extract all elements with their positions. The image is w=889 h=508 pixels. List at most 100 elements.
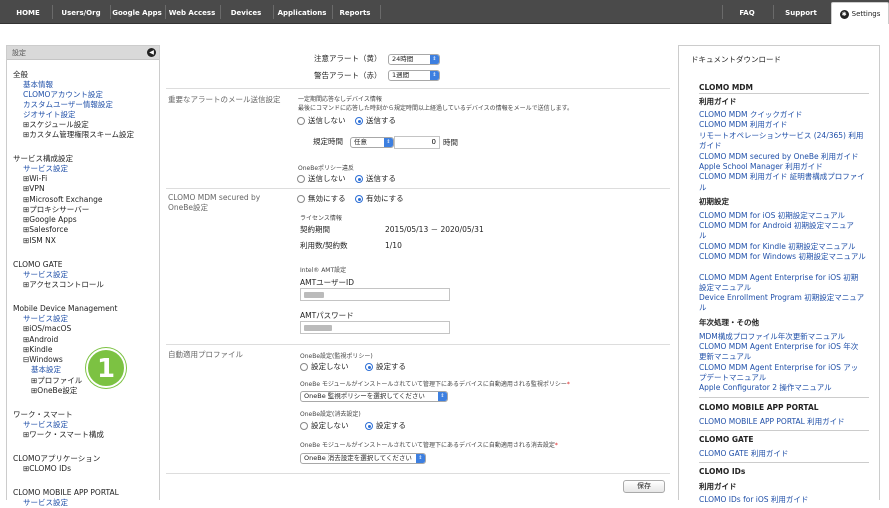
collapse-icon[interactable]: ◀ bbox=[147, 48, 156, 57]
nav-separator bbox=[380, 5, 381, 19]
amt-password-input[interactable] bbox=[300, 321, 450, 334]
sidebar-tree-item[interactable]: ⊞スケジュール設定 bbox=[23, 120, 89, 130]
contract-period-value: 2015/05/13 － 2020/05/31 bbox=[385, 225, 484, 234]
radio-no-set[interactable] bbox=[300, 363, 308, 371]
sidebar-tree-item[interactable]: ⊞プロキシサーバー bbox=[23, 205, 89, 215]
monitor-policy-select[interactable]: OneBe 監視ポリシーを選択してください ⇕ bbox=[300, 391, 448, 402]
chevron-down-icon: ⇕ bbox=[430, 71, 439, 80]
doc-link[interactable]: 更新マニュアル bbox=[699, 352, 751, 362]
sidebar-link[interactable]: サービス設定 bbox=[23, 270, 68, 280]
doc-link[interactable]: プデートマニュアル bbox=[699, 373, 766, 383]
settings-label: Settings bbox=[851, 10, 881, 18]
period-select[interactable]: 任意 ⇕ bbox=[350, 137, 394, 148]
radio-set-2[interactable] bbox=[365, 422, 373, 430]
doc-link[interactable]: CLOMO MOBILE APP PORTAL 利用ガイド bbox=[699, 417, 845, 427]
doc-link[interactable]: CLOMO MDM secured by OneBe 利用ガイド bbox=[699, 152, 859, 162]
doc-link[interactable]: CLOMO IDs for iOS 利用ガイド bbox=[699, 495, 808, 505]
nav-tab-support[interactable]: Support bbox=[775, 0, 827, 24]
radio-enable[interactable] bbox=[355, 195, 363, 203]
period-hours-input[interactable]: 0 bbox=[394, 136, 440, 149]
nav-tab-reports[interactable]: Reports bbox=[334, 0, 376, 24]
doc-link[interactable]: CLOMO MDM Agent Enterprise for iOS アッ bbox=[699, 363, 858, 373]
doc-link[interactable]: CLOMO MDM for Android 初期設定マニュア bbox=[699, 221, 854, 231]
amt-user-input[interactable] bbox=[300, 288, 450, 301]
sidebar-tree-item[interactable]: ⊞OneBe設定 bbox=[31, 386, 77, 396]
nav-tab-web-access[interactable]: Web Access bbox=[167, 0, 217, 24]
sidebar-tree-item[interactable]: ⊟Windows bbox=[23, 355, 63, 365]
sidebar-tree-item[interactable]: ⊞プロファイル bbox=[31, 376, 82, 386]
doc-link[interactable]: CLOMO MDM for Kindle 初期設定マニュアル bbox=[699, 242, 855, 252]
doc-link[interactable]: Device Enrollment Program 初期設定マニュア bbox=[699, 293, 864, 303]
nav-separator bbox=[52, 5, 53, 19]
sidebar-tree-item[interactable]: ⊞アクセスコントロール bbox=[23, 280, 104, 290]
sidebar-link[interactable]: カスタムユーザー情報設定 bbox=[23, 100, 113, 110]
sidebar-tree-item[interactable]: ⊞Google Apps bbox=[23, 215, 77, 225]
nav-tab-users-org[interactable]: Users/Org bbox=[54, 0, 108, 24]
nav-tab-applications[interactable]: Applications bbox=[275, 0, 329, 24]
sidebar-link[interactable]: CLOMOアカウント設定 bbox=[23, 90, 103, 100]
warning-alert-select[interactable]: 1週間 ⇕ bbox=[388, 70, 440, 81]
sidebar-tree-item[interactable]: ⊞Salesforce bbox=[23, 225, 68, 235]
sidebar-tree-item[interactable]: ⊞Android bbox=[23, 335, 58, 345]
caution-alert-select[interactable]: 24時間 ⇕ bbox=[388, 54, 440, 65]
doc-subheading: 年次処理・その他 bbox=[699, 318, 759, 327]
doc-link[interactable]: CLOMO GATE 利用ガイド bbox=[699, 449, 788, 459]
sidebar-tree-item[interactable]: ⊞Wi-Fi bbox=[23, 174, 47, 184]
sidebar-link[interactable]: サービス設定 bbox=[23, 164, 68, 174]
doc-link[interactable]: CLOMO MDM Agent Enterprise for iOS 年次 bbox=[699, 342, 858, 352]
radio-no-send[interactable] bbox=[297, 117, 305, 125]
nav-tab-google-apps[interactable]: Google Apps bbox=[112, 0, 162, 24]
radio-disable[interactable] bbox=[297, 195, 305, 203]
chevron-down-icon: ⇕ bbox=[438, 392, 447, 401]
nav-separator bbox=[273, 5, 274, 19]
required-mark: * bbox=[554, 442, 558, 449]
doc-link[interactable]: Apple School Manager 利用ガイド bbox=[699, 162, 823, 172]
sidebar-link-basic-settings[interactable]: 基本設定 bbox=[31, 365, 61, 375]
sidebar-heading: サービス構成設定 bbox=[13, 154, 73, 163]
sidebar-link[interactable]: ジオサイト設定 bbox=[23, 110, 76, 120]
nav-tab-faq[interactable]: FAQ bbox=[724, 0, 770, 24]
select-value: 24時間 bbox=[392, 55, 414, 63]
radio-set[interactable] bbox=[365, 363, 373, 371]
doc-link[interactable]: Apple Configurator 2 操作マニュアル bbox=[699, 383, 832, 393]
sidebar-tree-item[interactable]: ⊞ISM NX bbox=[23, 236, 56, 246]
sidebar-tree-item[interactable]: ⊞iOS/macOS bbox=[23, 324, 71, 334]
nav-tab-settings[interactable]: ✱ Settings bbox=[831, 2, 889, 24]
erase-setting-select[interactable]: OneBe 消去設定を選択してください ⇕ bbox=[300, 453, 426, 464]
radio-no-send-2[interactable] bbox=[297, 175, 305, 183]
sidebar-tree-item[interactable]: ⊞Microsoft Exchange bbox=[23, 195, 102, 205]
doc-link[interactable]: ル bbox=[699, 231, 707, 241]
sidebar-tree-item[interactable]: ⊞VPN bbox=[23, 184, 45, 194]
doc-link[interactable]: ガイド bbox=[699, 141, 722, 151]
doc-link[interactable]: CLOMO MDM Agent Enterprise for iOS 初期 bbox=[699, 273, 858, 283]
doc-link[interactable]: CLOMO MDM 利用ガイド bbox=[699, 120, 787, 130]
sidebar-link[interactable]: 基本情報 bbox=[23, 80, 53, 90]
doc-link[interactable]: CLOMO MDM 利用ガイド 証明書構成プロファイ bbox=[699, 172, 865, 182]
doc-link[interactable]: リモートオペレーションサービス (24/365) 利用 bbox=[699, 131, 863, 141]
radio-send[interactable] bbox=[355, 117, 363, 125]
doc-link[interactable]: ル bbox=[699, 183, 707, 193]
doc-link[interactable]: CLOMO MDM for iOS 初期設定マニュアル bbox=[699, 211, 845, 221]
doc-link[interactable]: CLOMO MDM クイックガイド bbox=[699, 110, 802, 120]
doc-link[interactable]: 設定マニュアル bbox=[699, 283, 751, 293]
sidebar-tree-item[interactable]: ⊞ワーク・スマート構成 bbox=[23, 430, 104, 440]
sidebar-tree-item[interactable]: ⊞Kindle bbox=[23, 345, 53, 355]
doc-heading: CLOMO IDs bbox=[699, 467, 746, 476]
doc-link[interactable]: MDM構成プロファイル年次更新マニュアル bbox=[699, 332, 845, 342]
radio-label: 送信しない bbox=[308, 116, 346, 125]
sidebar-link[interactable]: サービス設定 bbox=[23, 420, 68, 430]
doc-heading: CLOMO MOBILE APP PORTAL bbox=[699, 403, 819, 412]
doc-link[interactable]: ル bbox=[699, 303, 707, 313]
save-button[interactable]: 保存 bbox=[623, 480, 665, 493]
nav-tab-home[interactable]: HOME bbox=[8, 0, 48, 24]
sidebar-tree-item[interactable]: ⊞カスタム管理権限スキーム設定 bbox=[23, 130, 134, 140]
select-value: 任意 bbox=[354, 138, 367, 146]
sidebar-link[interactable]: サービス設定 bbox=[23, 314, 68, 324]
usage-label: 利用数/契約数 bbox=[300, 241, 348, 250]
chevron-down-icon: ⇕ bbox=[416, 454, 425, 463]
nav-tab-devices[interactable]: Devices bbox=[222, 0, 270, 24]
radio-no-set-2[interactable] bbox=[300, 422, 308, 430]
sidebar-tree-item[interactable]: ⊞CLOMO IDs bbox=[23, 464, 71, 474]
doc-link[interactable]: CLOMO MDM for Windows 初期設定マニュアル bbox=[699, 252, 866, 262]
radio-send-2[interactable] bbox=[355, 175, 363, 183]
